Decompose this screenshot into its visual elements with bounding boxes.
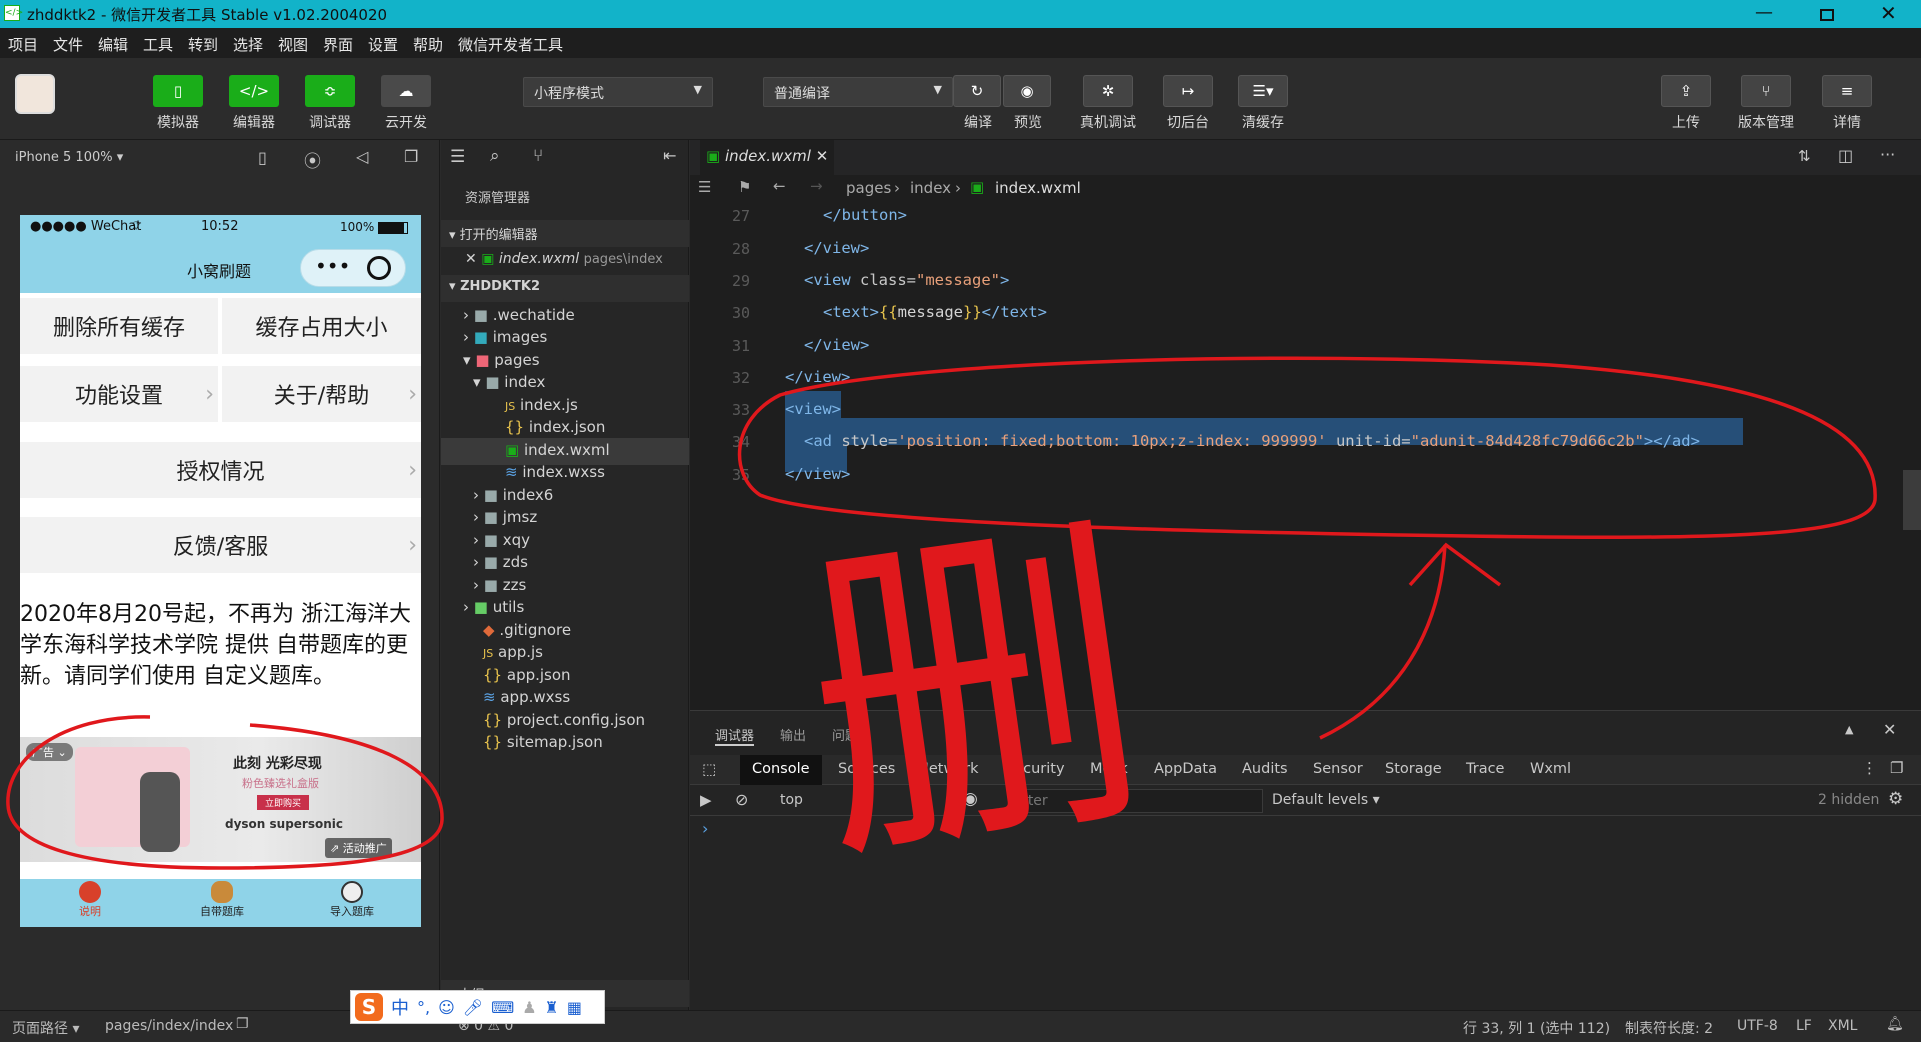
annotation-arrow	[1319, 542, 1502, 740]
annotation-handwritten-char: 删	[784, 481, 1166, 909]
annotation-ellipse-ad	[6, 715, 444, 870]
